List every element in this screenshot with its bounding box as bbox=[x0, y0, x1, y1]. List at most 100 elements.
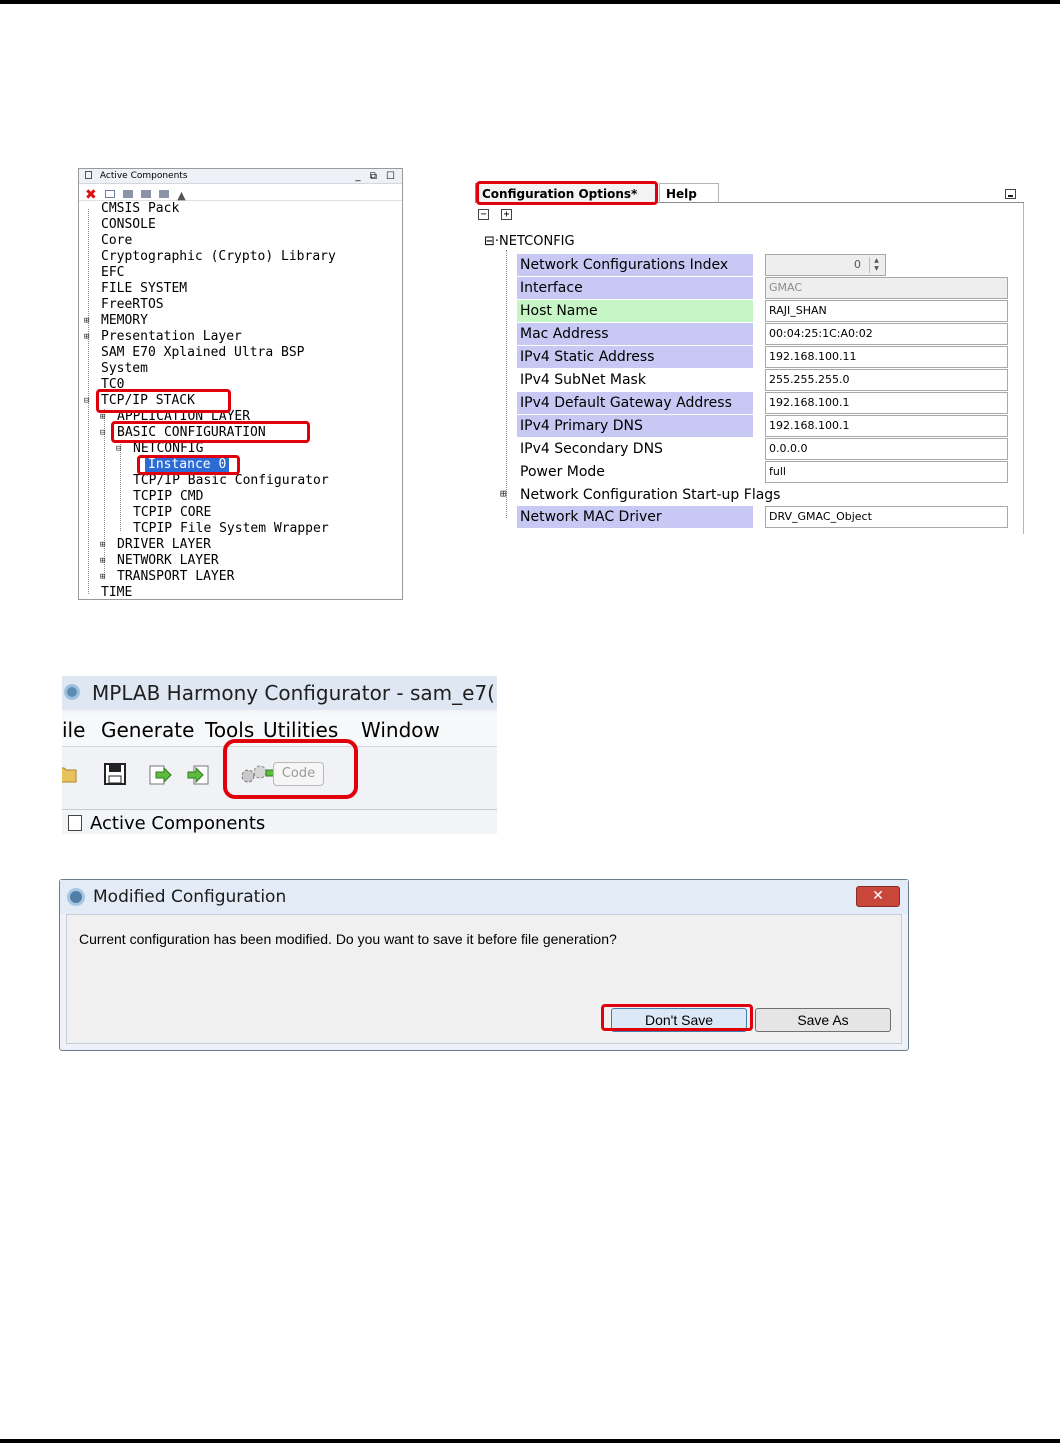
label-ipv4-primary-dns: IPv4 Primary DNS bbox=[517, 415, 753, 437]
collapse-all-icon[interactable]: − bbox=[478, 209, 489, 220]
highlight-tcpip-stack bbox=[96, 389, 231, 413]
highlight-generate-code bbox=[223, 739, 358, 799]
label-ipv4-subnet-mask: IPv4 SubNet Mask bbox=[520, 372, 646, 388]
active-components-toolbar: ✖ ▲ bbox=[79, 184, 402, 203]
ipv4-static-address-field[interactable]: 192.168.100.11 bbox=[765, 346, 1008, 368]
tree-item-memory[interactable]: MEMORY bbox=[101, 313, 148, 329]
tree-item-freertos[interactable]: FreeRTOS bbox=[101, 297, 164, 313]
tree-item-network-layer[interactable]: NETWORK LAYER bbox=[117, 553, 219, 569]
dialog-close-button[interactable]: ✕ bbox=[856, 886, 900, 907]
label-host-name: Host Name bbox=[517, 300, 753, 322]
tree-item-efc[interactable]: EFC bbox=[101, 265, 124, 281]
expand-presentation-icon[interactable]: ⊞ bbox=[84, 329, 89, 345]
expand-driver-icon[interactable]: ⊞ bbox=[100, 537, 105, 553]
export-icon[interactable] bbox=[148, 762, 172, 786]
dialog-app-icon bbox=[67, 888, 85, 906]
highlight-basic-configuration bbox=[111, 421, 310, 443]
expand-network-icon[interactable]: ⊞ bbox=[100, 553, 105, 569]
tree-item-tcpip-cmd[interactable]: TCPIP CMD bbox=[133, 489, 203, 505]
tree-item-cmsis-pack[interactable]: CMSIS Pack bbox=[101, 201, 179, 217]
label-mac-address: Mac Address bbox=[517, 323, 753, 345]
label-network-mac-driver: Network MAC Driver bbox=[517, 506, 753, 528]
active-components-checkbox-icon[interactable] bbox=[68, 815, 82, 831]
collapse-netconfig-icon[interactable]: ⊟ bbox=[116, 441, 121, 457]
ipv4-primary-dns-field[interactable]: 192.168.100.1 bbox=[765, 415, 1008, 437]
toolbar-icon-4[interactable] bbox=[159, 190, 170, 198]
spinner-arrows-icon[interactable]: ▲ ▼ bbox=[869, 257, 883, 273]
ipv4-default-gateway-field[interactable]: 192.168.100.1 bbox=[765, 392, 1008, 414]
window-buttons[interactable]: _ ⧉ ☐ bbox=[356, 169, 398, 184]
page-bottom-rule bbox=[0, 1439, 1060, 1443]
dialog-message: Current configuration has been modified.… bbox=[79, 931, 617, 947]
collapse-basic-icon[interactable]: ⊟ bbox=[100, 425, 105, 441]
collapse-tcpip-icon[interactable]: ⊟ bbox=[84, 393, 89, 409]
remove-icon[interactable]: ✖ bbox=[85, 187, 97, 203]
tab-help[interactable]: Help bbox=[659, 183, 719, 203]
highlight-configuration-tab bbox=[476, 181, 658, 205]
expand-transport-icon[interactable]: ⊞ bbox=[100, 569, 105, 585]
tree-item-file-system[interactable]: FILE SYSTEM bbox=[101, 281, 187, 297]
power-mode-field[interactable]: full bbox=[765, 461, 1008, 483]
active-components-title: Active Components bbox=[99, 171, 188, 181]
tree-item-system[interactable]: System bbox=[101, 361, 148, 377]
network-config-index-value: 0 bbox=[854, 258, 861, 271]
tree-item-core[interactable]: Core bbox=[101, 233, 132, 249]
label-network-config-index: Network Configurations Index bbox=[517, 254, 753, 276]
ipv4-subnet-mask-field[interactable]: 255.255.255.0 bbox=[765, 369, 1008, 391]
tree-item-tcpip-basic-configurator[interactable]: TCP/IP Basic Configurator bbox=[133, 473, 329, 489]
toolbar-icon-2[interactable] bbox=[122, 190, 133, 198]
expand-startup-flags-icon[interactable]: ⊞ bbox=[500, 486, 507, 502]
tree-item-tcpip-core[interactable]: TCPIP CORE bbox=[133, 505, 211, 521]
dialog-titlebar: Modified Configuration bbox=[60, 880, 908, 914]
ipv4-secondary-dns-field[interactable]: 0.0.0.0 bbox=[765, 438, 1008, 460]
dialog-title: Modified Configuration bbox=[93, 887, 287, 907]
tree-item-bsp[interactable]: SAM E70 Xplained Ultra BSP bbox=[101, 345, 305, 361]
config-tree-guide bbox=[506, 250, 507, 518]
dialog-body: Current configuration has been modified.… bbox=[66, 914, 902, 1044]
label-ipv4-default-gateway: IPv4 Default Gateway Address bbox=[517, 392, 753, 414]
host-name-field[interactable]: RAJI_SHAN bbox=[765, 300, 1008, 322]
active-components-titlebar: Active Components _ ⧉ ☐ bbox=[79, 169, 402, 184]
expand-memory-icon[interactable]: ⊞ bbox=[84, 313, 89, 329]
label-ipv4-secondary-dns: IPv4 Secondary DNS bbox=[520, 441, 663, 457]
tree-item-driver-layer[interactable]: DRIVER LAYER bbox=[117, 537, 211, 553]
tree-item-tcpip-fs-wrapper[interactable]: TCPIP File System Wrapper bbox=[133, 521, 329, 537]
menu-window[interactable]: Window bbox=[361, 713, 440, 747]
label-interface: Interface bbox=[517, 277, 753, 299]
save-icon[interactable] bbox=[103, 762, 127, 786]
tree-item-transport-layer[interactable]: TRANSPORT LAYER bbox=[117, 569, 234, 585]
menu-file[interactable]: ile bbox=[62, 713, 85, 747]
save-as-button[interactable]: Save As bbox=[755, 1008, 891, 1032]
panel-icon bbox=[85, 171, 92, 179]
tree-item-presentation-layer[interactable]: Presentation Layer bbox=[101, 329, 242, 345]
tree-item-console[interactable]: CONSOLE bbox=[101, 217, 156, 233]
network-mac-driver-field[interactable]: DRV_GMAC_Object bbox=[765, 506, 1008, 528]
tree-item-time[interactable]: TIME bbox=[101, 585, 132, 601]
add-icon[interactable] bbox=[104, 190, 115, 198]
minimize-icon[interactable] bbox=[1005, 189, 1016, 199]
interface-field[interactable]: GMAC bbox=[765, 277, 1008, 299]
import-icon[interactable] bbox=[186, 762, 210, 786]
harmony-logo-icon bbox=[64, 684, 80, 700]
harmony-active-components-label: Active Components bbox=[90, 813, 266, 834]
netconfig-section[interactable]: ⊟·NETCONFIG bbox=[484, 234, 575, 250]
harmony-window-title: MPLAB Harmony Configurator - sam_e7( bbox=[92, 681, 495, 705]
highlight-dont-save bbox=[601, 1004, 753, 1031]
label-ipv4-static-address: IPv4 Static Address bbox=[517, 346, 753, 368]
label-power-mode: Power Mode bbox=[520, 464, 605, 480]
netconfig-label: NETCONFIG bbox=[499, 234, 575, 249]
collapse-section-icon[interactable]: ⊟ bbox=[484, 234, 495, 249]
toolbar-icon-3[interactable] bbox=[141, 190, 152, 198]
menu-generate[interactable]: Generate bbox=[101, 713, 194, 747]
folder-icon[interactable] bbox=[62, 762, 78, 786]
mac-address-field[interactable]: 00:04:25:1C:A0:02 bbox=[765, 323, 1008, 345]
label-startup-flags[interactable]: Network Configuration Start-up Flags bbox=[517, 484, 817, 506]
expand-all-icon[interactable]: + bbox=[501, 209, 512, 220]
tree-item-crypto[interactable]: Cryptographic (Crypto) Library bbox=[101, 249, 336, 265]
modified-configuration-dialog: Modified Configuration ✕ Current configu… bbox=[59, 879, 909, 1051]
harmony-titlebar: MPLAB Harmony Configurator - sam_e7( bbox=[62, 676, 497, 710]
page-top-rule bbox=[0, 0, 1060, 4]
harmony-active-components: Active Components bbox=[62, 814, 265, 834]
network-config-index-spinner[interactable]: 0 ▲ ▼ bbox=[765, 254, 886, 276]
highlight-instance-0 bbox=[137, 455, 240, 475]
